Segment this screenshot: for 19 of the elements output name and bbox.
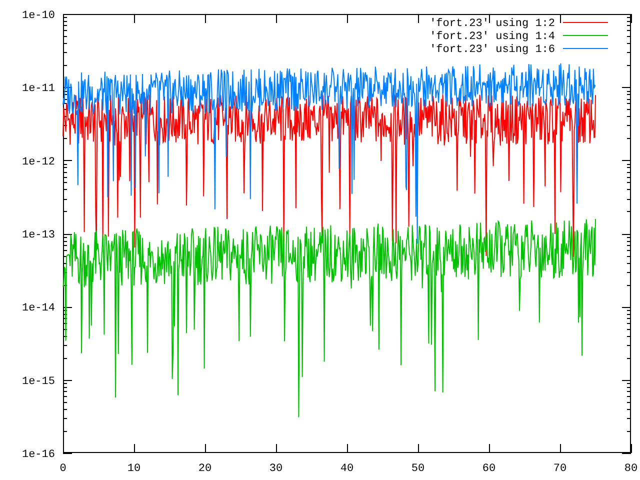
tick-label: 1e-10 bbox=[22, 10, 55, 22]
tick-label: 80 bbox=[624, 463, 638, 475]
tick-label: 60 bbox=[482, 463, 496, 475]
tick-label: 40 bbox=[340, 463, 354, 475]
tick-label: 1e-15 bbox=[22, 376, 55, 388]
legend-label: 'fort.23' using 1:6 bbox=[430, 44, 555, 56]
legend-label: 'fort.23' using 1:2 bbox=[430, 18, 555, 30]
tick-label: 70 bbox=[553, 463, 567, 475]
tick-label: 1e-14 bbox=[22, 302, 55, 315]
tick-label: 10 bbox=[127, 463, 141, 475]
tick-label: 20 bbox=[198, 463, 212, 475]
tick-label: 1e-16 bbox=[22, 449, 55, 461]
tick-label: 1e-13 bbox=[22, 230, 55, 242]
tick-label: 1e-11 bbox=[22, 83, 55, 96]
tick-label: 1e-12 bbox=[22, 156, 55, 168]
tick-label: 50 bbox=[411, 463, 425, 475]
legend-label: 'fort.23' using 1:4 bbox=[430, 31, 555, 43]
tick-label: 30 bbox=[269, 463, 283, 475]
tick-label: 0 bbox=[60, 463, 66, 475]
